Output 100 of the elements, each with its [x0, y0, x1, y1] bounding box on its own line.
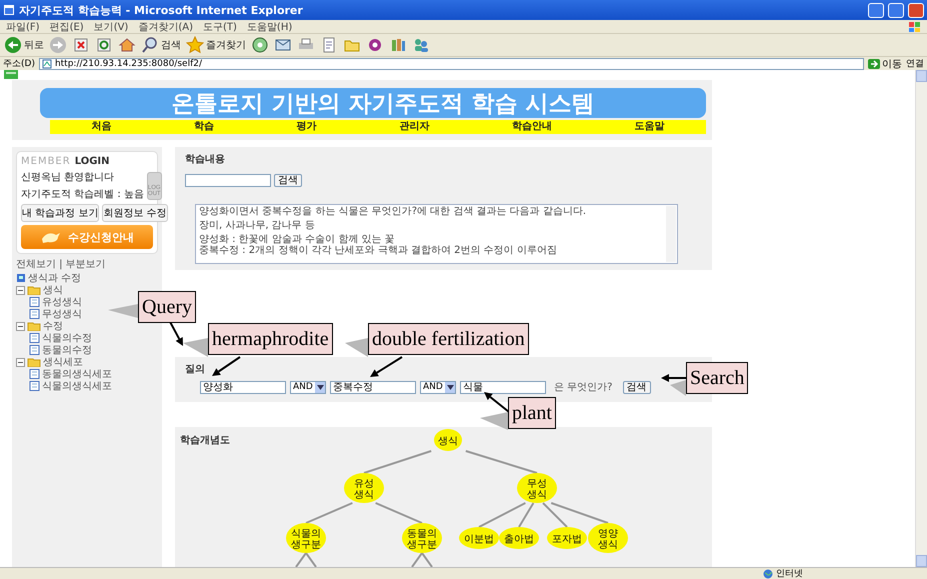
concept-node: 영양 생식	[588, 523, 628, 553]
section-heading: 학습내용	[185, 153, 225, 166]
menu-item[interactable]: 편집(E)	[50, 20, 84, 34]
callout-label: Query	[138, 291, 196, 323]
pointer-arrow	[212, 356, 241, 376]
connector-line	[411, 552, 423, 567]
scrollbar[interactable]	[666, 206, 676, 262]
view-toggle-link[interactable]: 전체보기 | 부분보기	[16, 257, 158, 271]
menu-item[interactable]: 도움말(H)	[246, 20, 292, 34]
connector-line	[305, 552, 317, 567]
stop-button[interactable]	[72, 36, 90, 54]
result-text: 양성화 : 한꽃에 암술과 수술이 함께 있는 꽃 중복수정 : 2개의 정핵이 각각 난세포와 극핵과 결합하여 2번의 수정이 이루어짐	[199, 234, 558, 256]
nav-link[interactable]: 관리자	[399, 120, 430, 134]
home-icon	[118, 36, 136, 54]
nav-link[interactable]: 학습	[194, 120, 214, 134]
page-icon	[28, 309, 40, 319]
folder-icon	[27, 285, 41, 295]
zone-label: 인터넷	[776, 568, 803, 579]
search-icon	[141, 36, 159, 54]
tree-item[interactable]: 유성생식	[42, 295, 82, 309]
favorites-button[interactable]: 즐겨찾기	[186, 36, 246, 54]
window-title: 자기주도적 학습능력 - Microsoft Internet Explorer	[19, 2, 304, 18]
collapse-icon[interactable]	[16, 286, 25, 294]
search-button[interactable]: 검색	[141, 36, 181, 54]
nav-link[interactable]: 평가	[296, 120, 317, 134]
stop-icon	[72, 36, 90, 54]
tree-item[interactable]: 생식세포	[43, 355, 83, 369]
menu-item[interactable]: 보기(V)	[94, 20, 128, 34]
result-text: 장미, 사과나무, 감나무 등	[199, 220, 316, 231]
messenger-button[interactable]	[366, 36, 384, 54]
media-icon	[251, 36, 269, 54]
nav-link[interactable]: 학습안내	[512, 120, 552, 134]
users-button[interactable]	[412, 36, 430, 54]
connector-line	[375, 502, 422, 524]
tree-item[interactable]: 식물의생식세포	[42, 379, 112, 393]
menu-item[interactable]: 즐겨찾기(A)	[138, 20, 193, 34]
home-button[interactable]	[118, 36, 136, 54]
site-title: 온톨로지 기반의 자기주도적 학습 시스템	[40, 88, 706, 118]
menu-item[interactable]: 파일(F)	[6, 20, 40, 34]
account-button[interactable]: 내 학습과정 보기	[21, 204, 100, 222]
collapse-icon[interactable]	[16, 322, 25, 330]
connector-line	[306, 502, 353, 524]
tree-item[interactable]: 동물의수정	[42, 343, 92, 357]
query-suffix: 은 무엇인가?	[554, 381, 612, 394]
callout-shadow	[183, 338, 208, 357]
operator-dropdown[interactable]: AND	[290, 380, 326, 394]
books-icon	[389, 36, 407, 54]
account-button[interactable]: 회원정보 수정	[102, 204, 168, 222]
concept-node: 이분법	[459, 527, 499, 549]
search-button[interactable]: 검색	[274, 174, 302, 187]
pointer-arrow	[370, 356, 403, 377]
section-heading: 질의	[185, 363, 205, 376]
search-field[interactable]	[185, 174, 271, 187]
callout-label: hermaphrodite	[208, 323, 333, 355]
windows-flag-icon	[907, 20, 921, 32]
media-button[interactable]	[251, 36, 269, 54]
refresh-button[interactable]	[95, 36, 113, 54]
page-icon	[28, 333, 40, 343]
tree-item[interactable]: 동물의생식세포	[42, 367, 112, 381]
concept-node: 무성 생식	[517, 473, 557, 503]
minimize-button[interactable]	[868, 2, 884, 18]
result-text: 양성화이면서 중복수정을 하는 식물은 무엇인가?에 대한 검색 결과는 다음과 같습니다.	[199, 206, 588, 217]
maximize-button[interactable]	[888, 2, 904, 18]
address-field[interactable]: http://210.93.14.235:8080/self2/	[38, 58, 864, 70]
nav-link[interactable]: 도움말	[634, 120, 665, 134]
page-icon	[28, 381, 40, 391]
level-text: 자기주도적 학습레벨 : 높음	[21, 188, 144, 201]
query-field[interactable]: 중복수정	[330, 380, 416, 394]
search-button[interactable]: 검색	[622, 380, 650, 394]
star-icon	[186, 36, 204, 54]
callout-label: Search	[686, 362, 748, 394]
close-button[interactable]	[908, 2, 924, 18]
page-icon	[28, 369, 40, 379]
nav-link[interactable]: 처음	[91, 120, 112, 134]
pointer-arrow	[661, 374, 686, 382]
tree-item[interactable]: 수정	[43, 319, 63, 333]
callout-label: plant	[508, 397, 556, 429]
concept-node: 유성 생식	[344, 473, 384, 503]
page-icon	[28, 345, 40, 355]
query-field[interactable]: 식물	[460, 380, 546, 394]
tree-item[interactable]: 무성생식	[42, 307, 82, 321]
tree-item[interactable]: 생식	[43, 283, 63, 297]
links-label[interactable]: 연결	[906, 57, 924, 70]
pointer-arrow	[484, 392, 510, 413]
callout-shadow	[480, 412, 508, 430]
research-button[interactable]	[389, 36, 407, 54]
section-heading: 학습개념도	[180, 434, 230, 447]
query-field[interactable]: 양성화	[200, 380, 286, 394]
menu-item[interactable]: 도구(T)	[203, 20, 237, 34]
back-button[interactable]: 뒤로	[4, 36, 44, 54]
collapse-icon[interactable]	[16, 358, 25, 366]
operator-dropdown[interactable]: AND	[420, 380, 456, 394]
callout-shadow	[345, 338, 368, 357]
tree-item[interactable]: 생식과 수정	[28, 271, 82, 285]
tree-item[interactable]: 식물의수정	[42, 331, 92, 345]
caret-icon	[316, 384, 324, 390]
connector-line	[466, 450, 538, 474]
scrollbar[interactable]	[915, 70, 927, 567]
caret-icon	[446, 384, 454, 390]
concept-node: 생식	[434, 429, 462, 451]
